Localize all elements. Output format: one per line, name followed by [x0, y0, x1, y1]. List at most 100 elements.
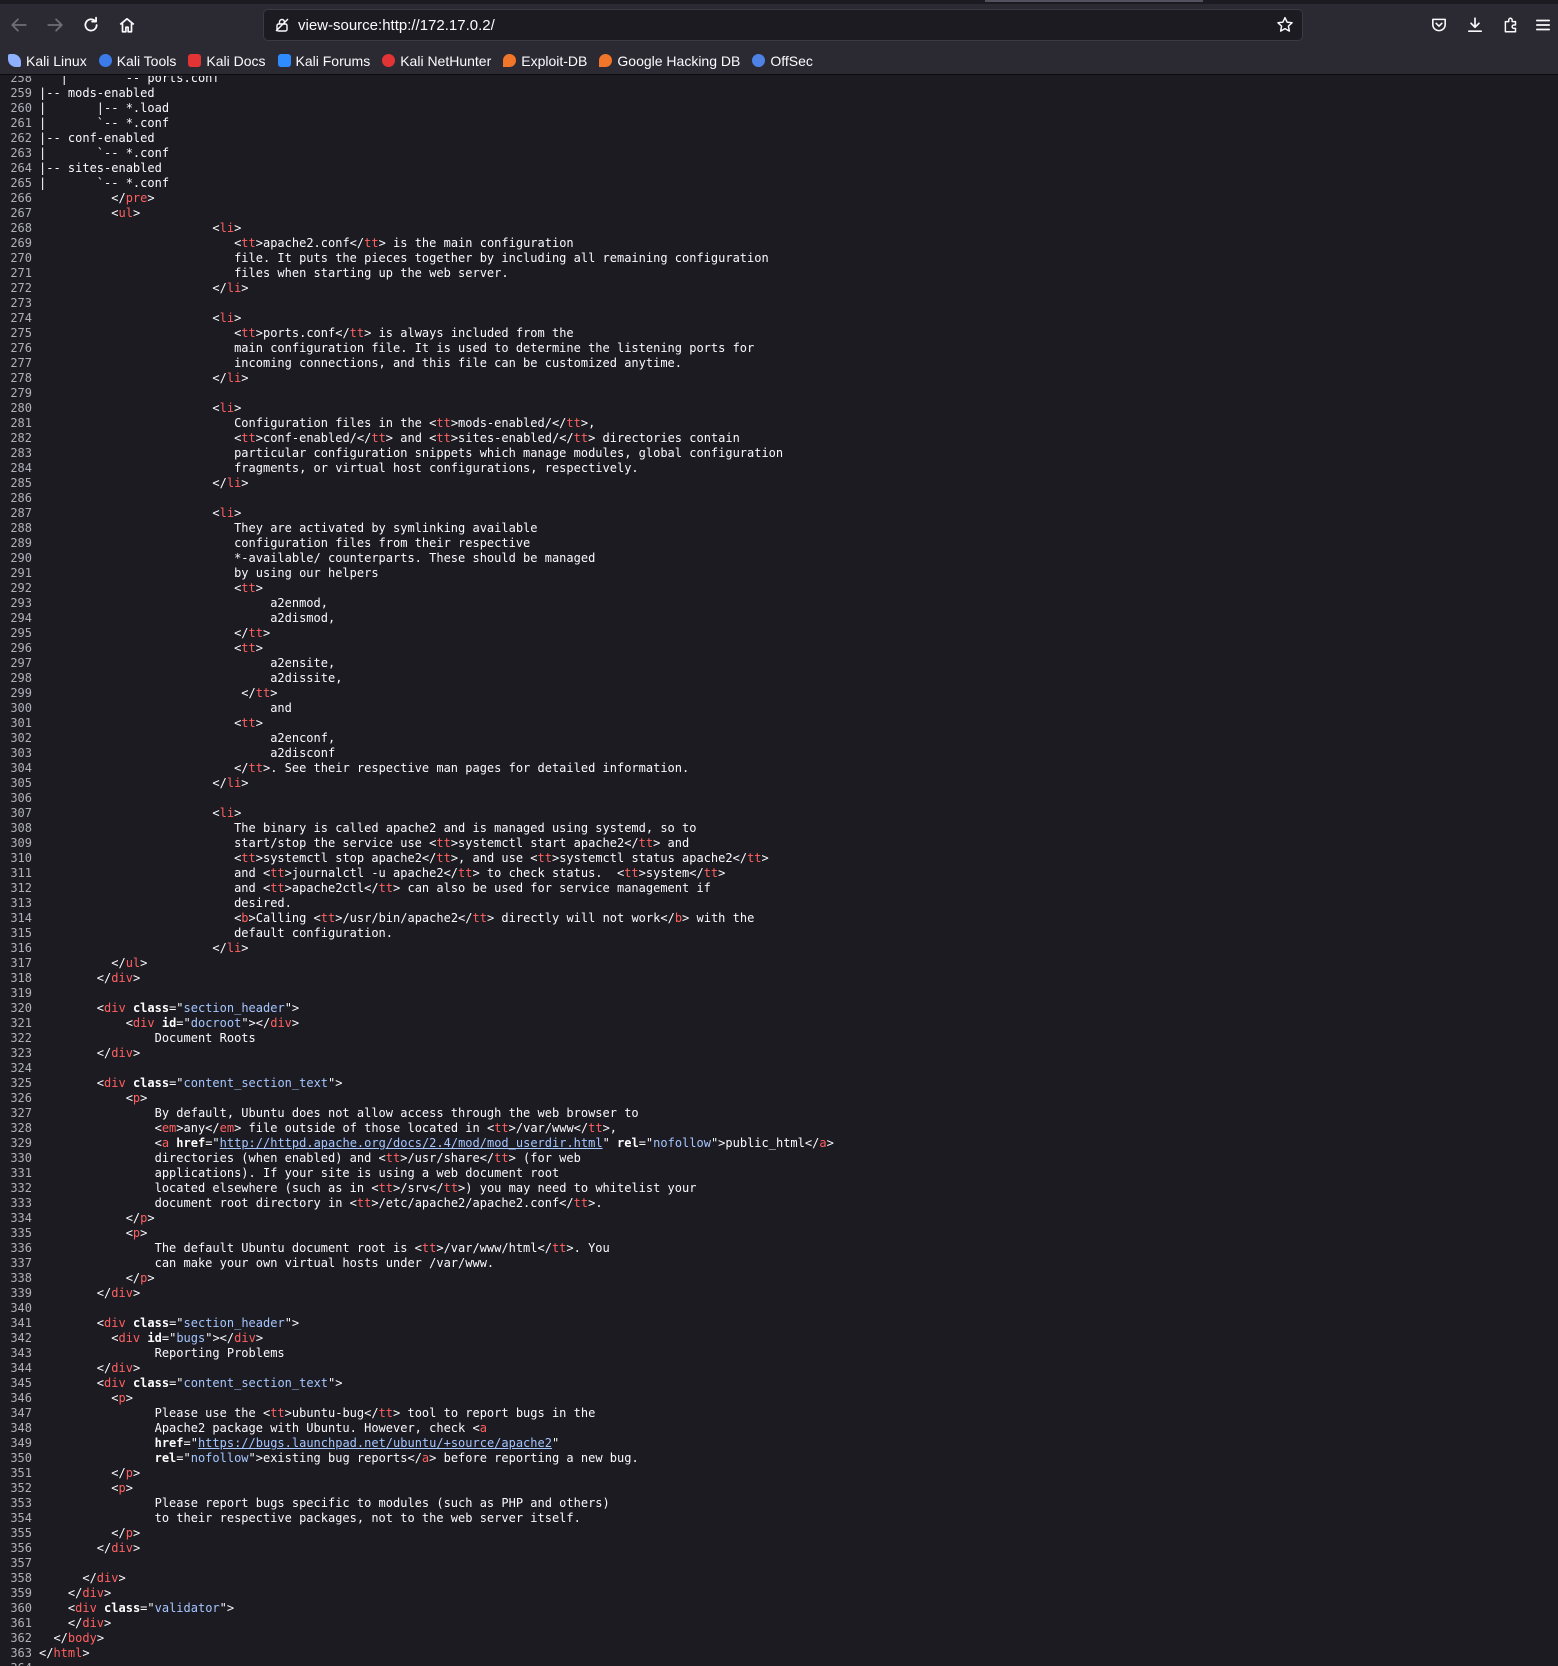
- source-line: 353 Please report bugs specific to modul…: [0, 1496, 834, 1511]
- downloads-button[interactable]: [1460, 10, 1490, 40]
- exploit-db-icon: [503, 54, 517, 67]
- source-line: 313 desired.: [0, 896, 834, 911]
- source-line: 300 and: [0, 701, 834, 716]
- nethunter-icon: [382, 54, 396, 67]
- source-line: 273: [0, 296, 834, 311]
- line-number: 364: [0, 1661, 39, 1666]
- line-content: |-- sites-enabled: [39, 161, 162, 175]
- bookmark-star-icon[interactable]: [1276, 16, 1294, 34]
- source-line: 326 <p>: [0, 1091, 834, 1106]
- bookmark-kali-nethunter[interactable]: Kali NetHunter: [382, 53, 491, 69]
- home-button[interactable]: [112, 10, 142, 40]
- line-content: and <tt>journalctl -u apache2</tt> to ch…: [39, 866, 726, 880]
- line-content: <tt>systemctl stop apache2</tt>, and use…: [39, 851, 769, 865]
- source-line: 287 <li>: [0, 506, 834, 521]
- line-content: | `-- *.conf: [39, 176, 170, 190]
- pocket-button[interactable]: [1424, 10, 1454, 40]
- line-content: <li>: [39, 506, 242, 520]
- bookmark-exploit-db[interactable]: Exploit-DB: [503, 53, 587, 69]
- bookmark-label: Exploit-DB: [521, 52, 588, 69]
- line-content: </p>: [39, 1466, 141, 1480]
- line-content: |-- mods-enabled: [39, 86, 155, 100]
- line-content: <ul>: [39, 206, 141, 220]
- line-number: 307: [10, 806, 32, 820]
- line-content: </body>: [39, 1631, 105, 1645]
- line-content: <div class="section_header">: [39, 1001, 300, 1015]
- line-number: 319: [10, 986, 32, 1000]
- source-line: 292 <tt>: [0, 581, 834, 596]
- source-link[interactable]: https://bugs.launchpad.net/ubuntu/+sourc…: [198, 1436, 552, 1450]
- line-content: <tt>apache2.conf</tt> is the main config…: [39, 236, 574, 250]
- bookmark-label: Kali NetHunter: [400, 52, 492, 69]
- bookmark-kali-tools[interactable]: Kali Tools: [98, 52, 177, 69]
- back-arrow-icon: [11, 18, 27, 32]
- source-line: 316 </li>: [0, 941, 834, 956]
- line-number: 323: [10, 1046, 32, 1060]
- source-line: 282 <tt>conf-enabled/</tt> and <tt>sites…: [0, 431, 834, 446]
- line-content: Document Roots: [39, 1031, 256, 1045]
- extensions-button[interactable]: [1496, 10, 1526, 40]
- source-line: 329 <a href="http://httpd.apache.org/doc…: [0, 1136, 833, 1151]
- line-number: 267: [10, 206, 32, 220]
- source-line: 309 start/stop the service use <tt>syste…: [0, 836, 834, 851]
- line-content: <div class="content_section_text">: [39, 1076, 343, 1090]
- line-number: 258: [10, 76, 32, 85]
- source-line: 350 rel="nofollow">existing bug reports<…: [0, 1451, 834, 1466]
- line-number: 286: [10, 491, 32, 505]
- source-line: 286: [0, 491, 834, 506]
- source-line: 361 </div>: [0, 1616, 834, 1631]
- line-number: 269: [10, 236, 32, 250]
- line-number: 309: [10, 836, 32, 850]
- line-number: 327: [10, 1106, 32, 1120]
- url-text[interactable]: view-source:http://172.17.0.2/: [298, 10, 495, 41]
- source-line: 278 </li>: [0, 371, 834, 386]
- source-line: 328 <em>any</em> file outside of those l…: [0, 1121, 834, 1136]
- line-number: 294: [10, 611, 32, 625]
- source-line: 293 a2enmod,: [0, 596, 834, 611]
- bookmark-kali-forums[interactable]: Kali Forums: [277, 52, 371, 69]
- line-number: 362: [10, 1631, 32, 1645]
- source-line: 260 | |-- *.load: [0, 101, 834, 116]
- line-content: a2enmod,: [39, 596, 328, 610]
- download-icon: [1467, 17, 1483, 33]
- line-number: 315: [10, 926, 32, 940]
- line-content: and: [39, 701, 292, 715]
- line-number: 263: [10, 146, 32, 160]
- bookmark-google-hacking-db[interactable]: Google Hacking DB: [599, 53, 740, 69]
- line-content: </li>: [39, 476, 249, 490]
- source-line: 271 files when starting up the web serve…: [0, 266, 834, 281]
- line-number: 331: [10, 1166, 32, 1180]
- line-content: Configuration files in the <tt>mods-enab…: [39, 416, 596, 430]
- source-line: 315 default configuration.: [0, 926, 834, 941]
- bookmark-label: Kali Tools: [116, 52, 177, 69]
- kali-forums-icon: [277, 54, 291, 67]
- line-content: </p>: [39, 1271, 155, 1285]
- back-button[interactable]: [4, 10, 34, 40]
- line-content: <div class="content_section_text">: [39, 1376, 343, 1390]
- source-line: 302 a2enconf,: [0, 731, 834, 746]
- app-menu-button[interactable]: [1528, 10, 1558, 40]
- source-link[interactable]: http://httpd.apache.org/docs/2.4/mod/mod…: [220, 1136, 603, 1150]
- reload-icon: [84, 16, 98, 32]
- reload-button[interactable]: [76, 10, 106, 40]
- bookmark-label: OffSec: [770, 52, 813, 69]
- line-number: 262: [10, 131, 32, 145]
- line-content: to their respective packages, not to the…: [39, 1511, 581, 1525]
- insecure-lock-icon[interactable]: [274, 17, 290, 33]
- bookmark-label: Kali Forums: [295, 52, 371, 69]
- bookmark-kali-docs[interactable]: Kali Docs: [188, 53, 266, 69]
- source-line: 288 They are activated by symlinking ava…: [0, 521, 834, 536]
- bookmarks-toolbar: Kali Linux Kali Tools Kali Docs Kali For…: [0, 47, 1558, 75]
- line-number: 282: [10, 431, 32, 445]
- line-number: 351: [10, 1466, 32, 1480]
- forward-button[interactable]: [40, 10, 70, 40]
- line-number: 321: [10, 1016, 32, 1030]
- bookmark-offsec[interactable]: OffSec: [752, 53, 813, 69]
- line-number: 304: [10, 761, 32, 775]
- bookmark-kali-linux[interactable]: Kali Linux: [8, 53, 87, 69]
- line-number: 284: [10, 461, 32, 475]
- source-line: 259 |-- mods-enabled: [0, 86, 834, 101]
- address-bar[interactable]: view-source:http://172.17.0.2/: [263, 9, 1303, 41]
- line-content: start/stop the service use <tt>systemctl…: [39, 836, 690, 850]
- source-line: 339 </div>: [0, 1286, 834, 1301]
